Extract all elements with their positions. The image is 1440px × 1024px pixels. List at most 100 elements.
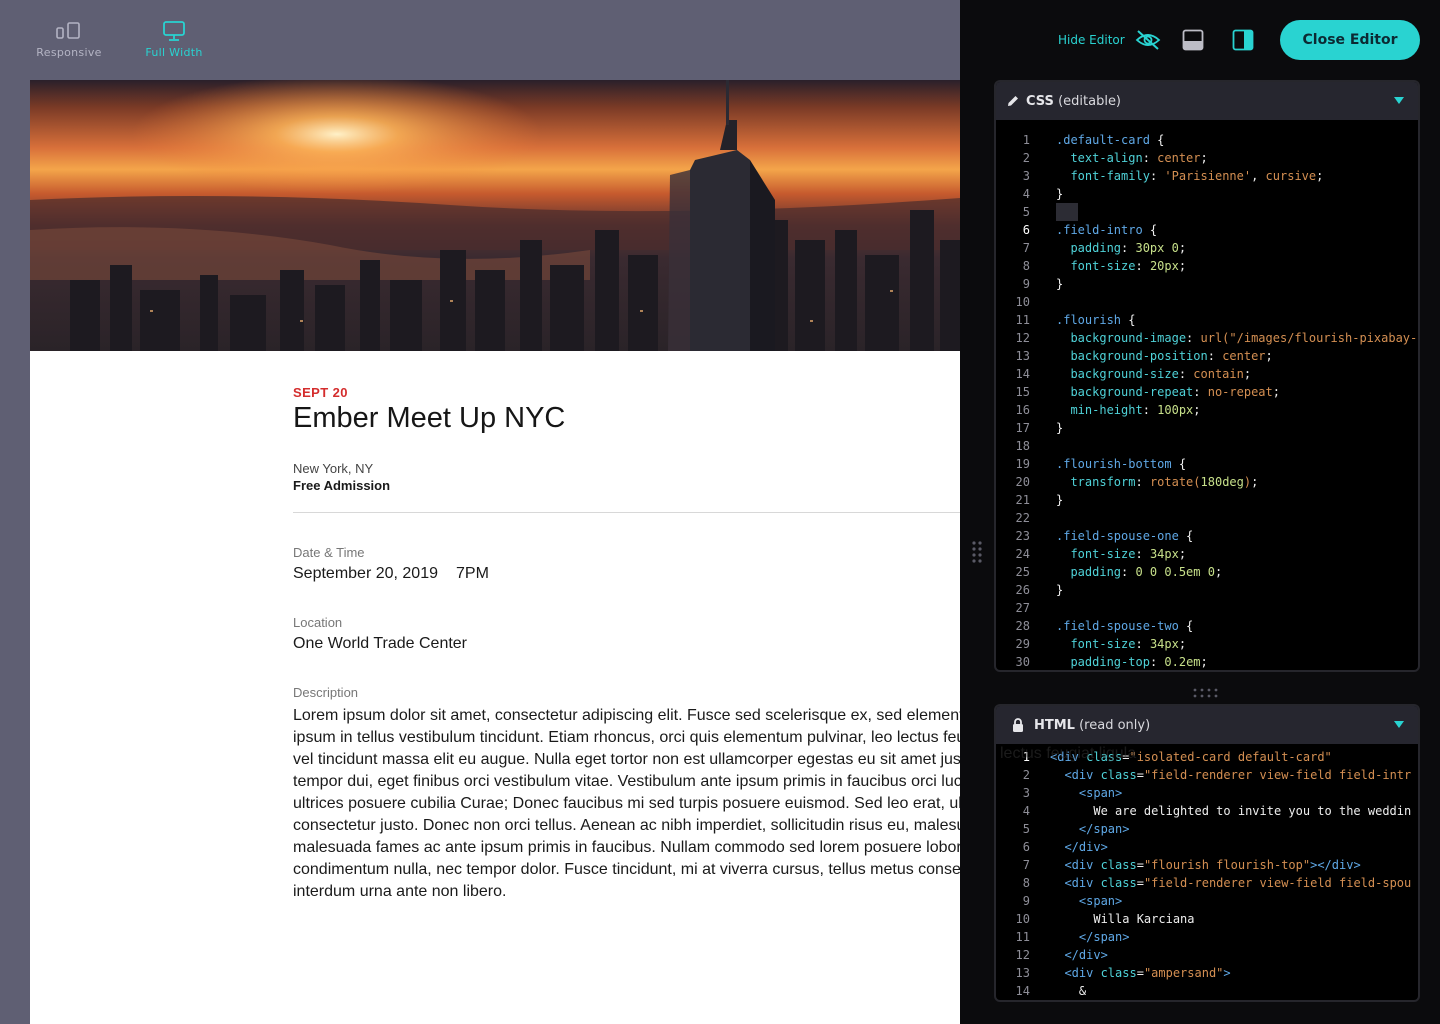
- code-line: 11 .flourish {: [996, 311, 1418, 329]
- code-line: 12 background-image: url("/images/flouri…: [996, 329, 1418, 347]
- code-token: .default-card: [1056, 133, 1150, 147]
- code-token: ;: [1316, 169, 1324, 183]
- code-token: text-align: [1070, 151, 1143, 165]
- html-pane-header[interactable]: HTML (read only): [996, 706, 1418, 744]
- line-number: 14: [1015, 367, 1030, 381]
- code-token: ;: [1200, 655, 1208, 669]
- code-line: 1 .default-card {: [996, 131, 1418, 149]
- line-text: }: [1040, 185, 1063, 203]
- code-token: :: [1178, 367, 1194, 381]
- line-number: 8: [1022, 876, 1030, 890]
- css-pane-title: CSS (editable): [1026, 93, 1122, 109]
- full-width-view-toggle[interactable]: Full Width: [138, 20, 210, 59]
- code-token: class: [1100, 966, 1137, 980]
- code-token: ,: [1251, 169, 1266, 183]
- code-token: ;: [1214, 565, 1223, 579]
- code-token: 0 0 0.5em 0: [1135, 565, 1215, 579]
- code-token: :: [1135, 637, 1150, 651]
- responsive-view-toggle[interactable]: Responsive: [34, 20, 104, 59]
- line-number: 19: [1015, 457, 1030, 471]
- code-line: 20 transform: rotate(180deg);: [996, 473, 1418, 491]
- line-text: text-align: center;: [1040, 149, 1207, 167]
- code-token: rotate(: [1149, 475, 1201, 489]
- vertical-resize-handle[interactable]: [970, 540, 984, 564]
- code-token: }: [1056, 493, 1064, 507]
- code-token: 20px: [1149, 259, 1179, 273]
- line-text: font-size: 20px;: [1040, 257, 1186, 275]
- code-line: 8 <div class="field-renderer view-field …: [996, 874, 1418, 892]
- line-number: 11: [1015, 313, 1030, 327]
- line-text: background-size: contain;: [1040, 365, 1251, 383]
- code-token: <div: [1064, 966, 1101, 980]
- code-line: 13 background-position: center;: [996, 347, 1418, 365]
- code-line: 4 We are delighted to invite you to the …: [996, 802, 1418, 820]
- line-number: 15: [1015, 385, 1030, 399]
- code-token: font-family: [1070, 169, 1150, 183]
- code-token: class: [1100, 876, 1137, 890]
- code-token: }: [1056, 583, 1064, 597]
- code-line: 3 font-family: 'Parisienne', cursive;: [996, 167, 1418, 185]
- eye-off-icon: [1135, 29, 1161, 51]
- code-token: class: [1086, 750, 1123, 764]
- close-editor-button[interactable]: Close Editor: [1280, 20, 1420, 60]
- code-token: :: [1135, 475, 1150, 489]
- code-token: background-position: [1070, 349, 1208, 363]
- code-token: "isolated-card default-card": [1129, 750, 1332, 764]
- line-text: }: [1040, 275, 1063, 293]
- html-pane-collapse-icon[interactable]: [1394, 721, 1404, 728]
- line-number: 28: [1015, 619, 1030, 633]
- code-token: font-size: [1070, 259, 1136, 273]
- code-token: :: [1149, 169, 1165, 183]
- horizontal-resize-handle[interactable]: [1192, 683, 1220, 698]
- code-token: "ampersand": [1143, 966, 1224, 980]
- line-number: 10: [1015, 912, 1030, 926]
- code-token: font-size: [1070, 637, 1136, 651]
- dock-bottom-button[interactable]: [1181, 28, 1205, 52]
- code-token: 'Parisienne': [1164, 169, 1252, 183]
- code-token: ;: [1178, 547, 1187, 561]
- code-line: 6 .field-intro {: [996, 221, 1418, 239]
- line-number: 4: [1022, 187, 1030, 201]
- event-date: September 20, 2019: [293, 565, 438, 582]
- css-code-editor[interactable]: 1 .default-card {2 text-align: center; 3 f…: [996, 120, 1418, 670]
- line-text: [1040, 509, 1056, 527]
- line-text: [1040, 599, 1056, 617]
- code-token: {: [1178, 529, 1194, 543]
- code-line: 27: [996, 599, 1418, 617]
- line-number: 9: [1022, 894, 1030, 908]
- code-line: 17}: [996, 419, 1418, 437]
- line-text: [1040, 437, 1056, 455]
- line-number: 8: [1022, 259, 1030, 273]
- line-number: 11: [1015, 930, 1030, 944]
- line-text: <span>: [1040, 892, 1122, 910]
- css-pane-collapse-icon[interactable]: [1394, 97, 1404, 104]
- location-section: Location One World Trade Center: [293, 615, 960, 653]
- datetime-section: Date & Time September 20, 2019 7PM: [293, 545, 960, 583]
- text-cursor: [1056, 203, 1078, 221]
- line-text: padding: 30px 0;: [1040, 239, 1186, 257]
- dock-right-button[interactable]: [1231, 28, 1255, 52]
- code-token: contain: [1193, 367, 1244, 381]
- code-token: {: [1178, 619, 1194, 633]
- line-text: background-image: url("/images/flourish-…: [1040, 329, 1417, 347]
- line-number: 26: [1015, 583, 1030, 597]
- code-token: =: [1136, 768, 1144, 782]
- code-token: ;: [1272, 385, 1280, 399]
- code-token: :: [1207, 349, 1223, 363]
- line-text: We are delighted to invite you to the we…: [1040, 802, 1411, 820]
- hide-editor-button[interactable]: Hide Editor: [1058, 20, 1161, 60]
- line-number: 6: [1022, 840, 1030, 854]
- line-number: 7: [1022, 241, 1030, 255]
- line-text: background-repeat: no-repeat;: [1040, 383, 1280, 401]
- code-token: class: [1100, 858, 1137, 872]
- code-line: 28 .field-spouse-two {: [996, 617, 1418, 635]
- code-token: center: [1222, 349, 1266, 363]
- code-line: 25 padding: 0 0 0.5em 0;: [996, 563, 1418, 581]
- line-text: <div class="field-renderer view-field fi…: [1040, 874, 1411, 892]
- responsive-label: Responsive: [36, 46, 102, 59]
- css-pane-header[interactable]: CSS (editable): [996, 82, 1418, 120]
